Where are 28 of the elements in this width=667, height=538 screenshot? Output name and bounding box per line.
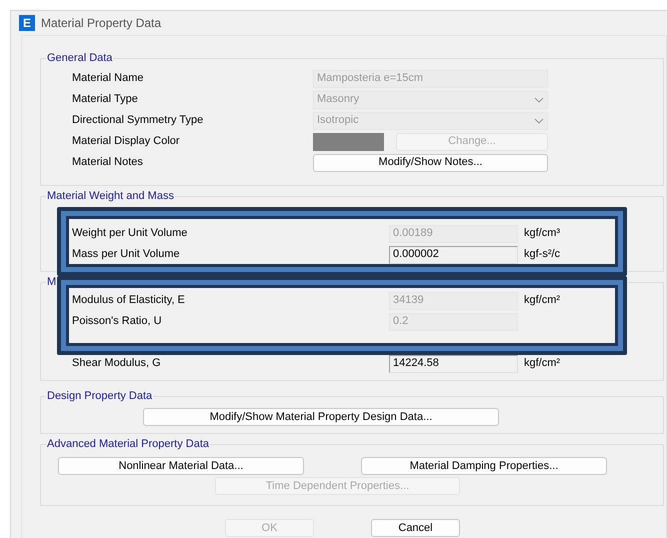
unit-label: kgf/cm³ — [524, 226, 560, 242]
dialog-button[interactable]: Cancel — [371, 519, 460, 537]
field-label: Material Notes — [72, 155, 144, 170]
dialog-button[interactable]: Modify/Show Material Property Design Data... — [143, 408, 499, 426]
input-field[interactable]: 14224.58 — [389, 354, 518, 372]
field-label: Poisson's Ratio, U — [72, 314, 163, 330]
field-label: Weight per Unit Volume — [72, 226, 188, 242]
input-field[interactable]: 0.000002 — [389, 246, 518, 264]
unit-label: kgf/cm² — [524, 356, 560, 372]
chevron-down-icon — [534, 96, 544, 102]
field-label: Material Name — [72, 71, 145, 86]
dialog-button[interactable]: Modify/Show Notes... — [313, 154, 548, 172]
group-title: Advanced Material Property Data — [46, 437, 210, 451]
app-icon: E — [19, 15, 35, 31]
group-title: Design Property Data — [46, 389, 154, 403]
unit-label: kgf-s²/c — [524, 247, 560, 262]
field-label: Mass per Unit Volume — [72, 247, 181, 262]
group-title: Material Weight and Mass — [46, 189, 175, 203]
field-label: Material Type — [72, 92, 139, 108]
dialog-button[interactable]: Nonlinear Material Data... — [58, 457, 304, 475]
field-label: Modulus of Elasticity, E — [72, 293, 186, 308]
chevron-down-icon — [534, 118, 544, 124]
field-label: Directional Symmetry Type — [72, 113, 204, 128]
window-title: Material Property Data — [41, 15, 162, 32]
field-label: Material Display Color — [72, 134, 181, 150]
field-label: Shear Modulus, G — [72, 356, 162, 372]
dialog-button[interactable]: Material Damping Properties... — [361, 457, 607, 475]
unit-label: kgf/cm² — [524, 293, 560, 308]
